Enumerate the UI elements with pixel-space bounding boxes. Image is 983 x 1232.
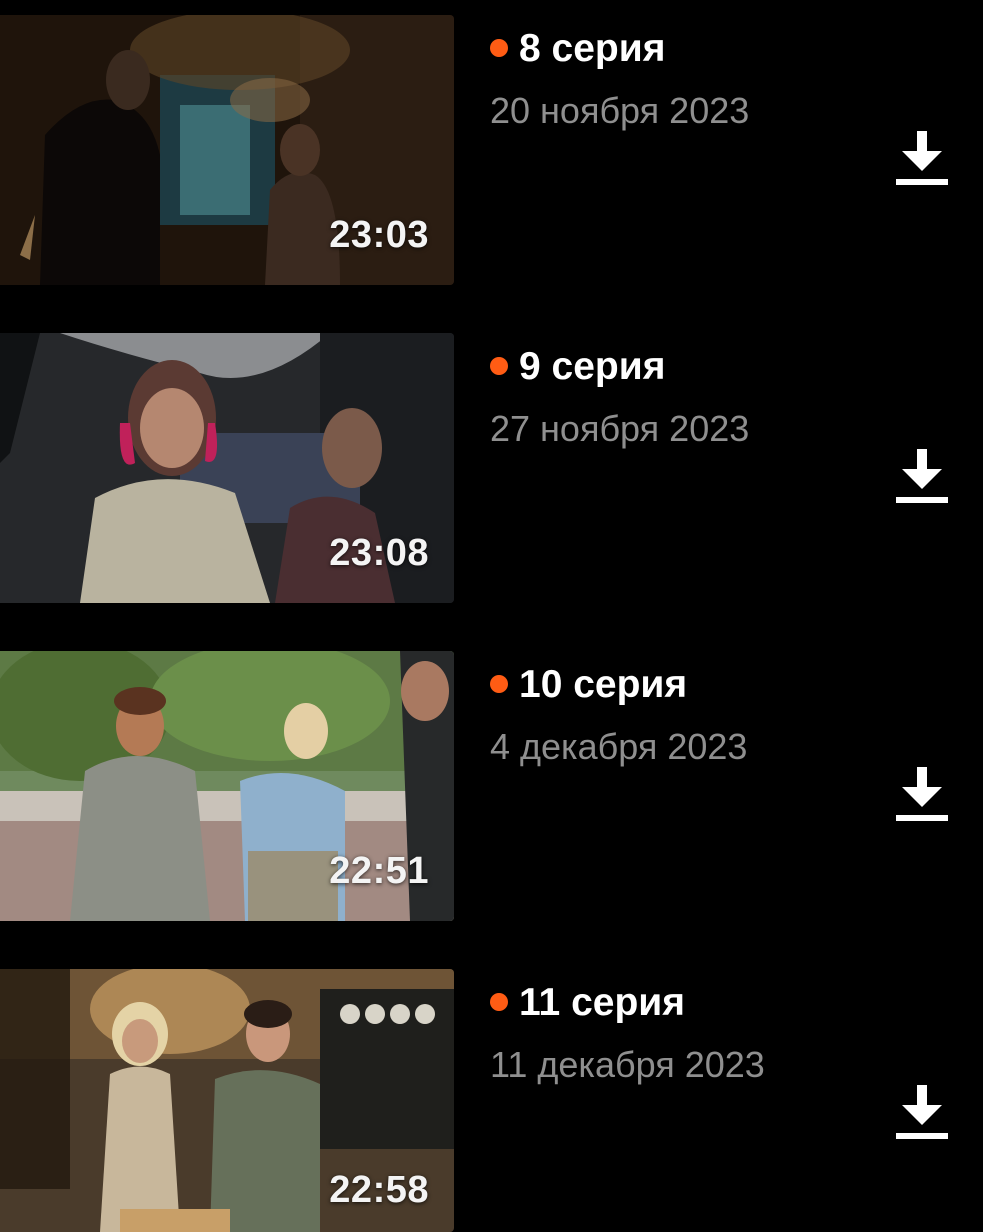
episode-date: 4 декабря 2023 <box>490 726 748 767</box>
episode-thumbnail[interactable]: 22:51 <box>0 651 454 921</box>
episode-item[interactable]: 23:03 8 серия 20 ноября 2023 <box>0 15 983 285</box>
download-icon <box>896 1085 948 1139</box>
episode-title: 8 серия <box>519 26 666 70</box>
episode-thumbnail[interactable]: 22:58 <box>0 969 454 1232</box>
new-indicator-dot <box>490 993 508 1011</box>
episode-date: 20 ноября 2023 <box>490 90 750 131</box>
episode-date: 11 декабря 2023 <box>490 1044 765 1085</box>
download-button[interactable] <box>892 1081 952 1151</box>
episode-date: 27 ноября 2023 <box>490 408 750 449</box>
episode-title: 11 серия <box>519 980 685 1024</box>
episode-title-row: 9 серия <box>490 341 665 391</box>
download-icon <box>896 131 948 185</box>
episode-item[interactable]: 22:51 10 серия 4 декабря 2023 <box>0 651 983 921</box>
episode-item[interactable]: 22:58 11 серия 11 декабря 2023 <box>0 969 983 1232</box>
episode-title-row: 11 серия <box>490 977 685 1027</box>
episode-title-row: 10 серия <box>490 659 687 709</box>
episode-thumbnail[interactable]: 23:03 <box>0 15 454 285</box>
download-button[interactable] <box>892 127 952 197</box>
download-button[interactable] <box>892 763 952 833</box>
episode-title: 10 серия <box>519 662 688 706</box>
episode-thumbnail[interactable]: 23:08 <box>0 333 454 603</box>
episode-duration: 23:03 <box>329 214 429 256</box>
episode-title: 9 серия <box>519 344 666 388</box>
episode-item[interactable]: 23:08 9 серия 27 ноября 2023 <box>0 333 983 603</box>
episode-title-row: 8 серия <box>490 23 665 73</box>
new-indicator-dot <box>490 39 508 57</box>
new-indicator-dot <box>490 357 508 375</box>
episode-duration: 23:08 <box>329 532 429 574</box>
download-icon <box>896 449 948 503</box>
new-indicator-dot <box>490 675 508 693</box>
download-icon <box>896 767 948 821</box>
episode-duration: 22:51 <box>329 850 429 892</box>
download-button[interactable] <box>892 445 952 515</box>
episode-duration: 22:58 <box>329 1169 429 1211</box>
